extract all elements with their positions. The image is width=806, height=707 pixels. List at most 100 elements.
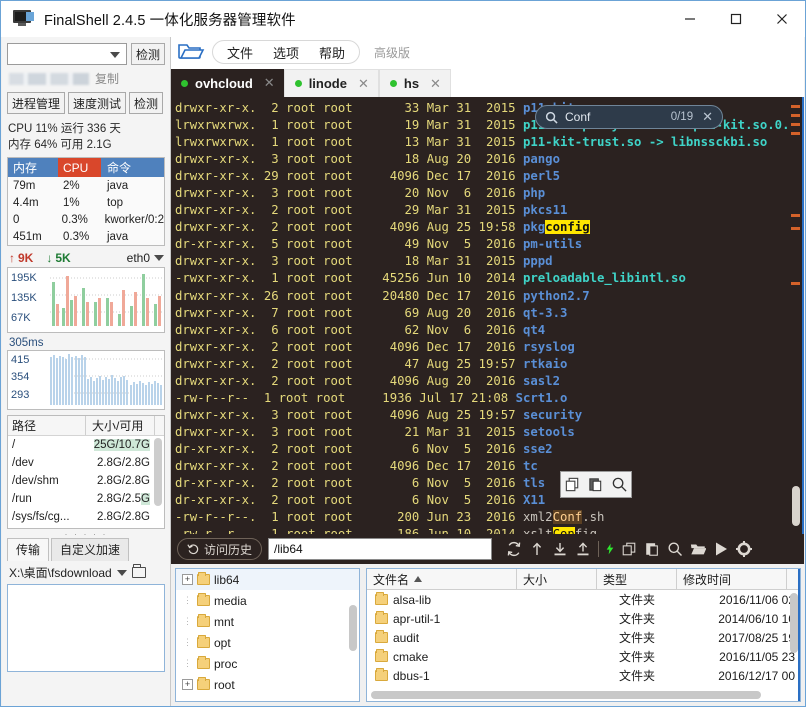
disk-scrollbar[interactable]	[154, 438, 162, 506]
terminal-context-popup[interactable]	[560, 471, 632, 498]
close-icon[interactable]: ✕	[702, 109, 713, 125]
file-row[interactable]: audit文件夹2017/08/25 19	[367, 628, 800, 647]
find-query[interactable]: Conf	[565, 110, 590, 124]
tree-guide: ⋮	[182, 658, 193, 669]
interface-dropdown[interactable]: eth0	[127, 251, 164, 265]
terminal-scrollbar[interactable]	[790, 97, 802, 534]
file-list-pane[interactable]: 文件名 大小 类型 修改时间 alsa-lib文件夹2016/11/06 02a…	[366, 568, 801, 702]
col-header-path[interactable]: 路径	[8, 416, 86, 435]
match-marker[interactable]	[791, 227, 800, 230]
advanced-version-label[interactable]: 高级版	[374, 44, 410, 61]
table-row[interactable]: 451m 0.3% java	[8, 228, 164, 245]
match-marker[interactable]	[791, 105, 800, 108]
tree-item[interactable]: ⋮opt	[176, 632, 359, 653]
search-icon[interactable]	[667, 541, 683, 557]
col-header-modified[interactable]: 修改时间	[677, 569, 787, 589]
close-icon[interactable]: ✕	[358, 76, 369, 92]
menu-file[interactable]: 文件	[217, 43, 263, 62]
match-marker[interactable]	[791, 132, 800, 135]
scrollbar-thumb[interactable]	[792, 486, 800, 526]
table-row[interactable]: 0 0.3% kworker/0:2	[8, 211, 164, 228]
table-row[interactable]: 79m 2% java	[8, 177, 164, 194]
open-folder-icon[interactable]	[690, 541, 706, 557]
paste-icon[interactable]	[644, 541, 660, 557]
tree-item[interactable]: +root	[176, 674, 359, 695]
bolt-icon[interactable]	[598, 541, 614, 557]
table-row[interactable]: / 25G/10.7G	[8, 436, 164, 454]
speed-test-button[interactable]: 速度测试	[68, 92, 126, 114]
menu-options[interactable]: 选项	[263, 43, 309, 62]
col-header-type[interactable]: 类型	[597, 569, 677, 589]
menu-help[interactable]: 帮助	[309, 43, 355, 62]
table-row[interactable]: /run 2.8G/2.5G	[8, 490, 164, 508]
close-button[interactable]	[759, 1, 805, 37]
match-marker[interactable]	[791, 123, 800, 126]
match-marker[interactable]	[791, 114, 800, 117]
search-icon[interactable]	[611, 476, 628, 493]
col-header-cpu[interactable]: CPU	[58, 158, 101, 177]
upload-icon[interactable]	[575, 541, 591, 557]
expand-toggle-icon[interactable]: +	[182, 574, 193, 585]
col-header-size[interactable]: 大小	[517, 569, 597, 589]
tree-scrollbar[interactable]	[349, 605, 357, 651]
detect-button-top[interactable]: 检测	[131, 43, 165, 65]
table-row[interactable]: /run/user/0 582M/582M	[8, 526, 164, 528]
table-row[interactable]: /dev/shm 2.8G/2.8G	[8, 472, 164, 490]
terminal-find-bar[interactable]: Conf 0/19 ✕	[535, 105, 723, 129]
col-header-command[interactable]: 命令	[101, 158, 164, 177]
download-icon[interactable]	[552, 541, 568, 557]
history-icon	[187, 543, 199, 555]
open-folder-icon[interactable]	[177, 41, 207, 63]
up-icon[interactable]	[529, 541, 545, 557]
remote-path-value: /lib64	[274, 542, 303, 556]
host-dropdown[interactable]	[7, 43, 127, 65]
directory-tree[interactable]: +lib64⋮media⋮mnt⋮opt ⋮ proc +root	[175, 568, 360, 702]
file-row[interactable]: cmake文件夹2016/11/05 23	[367, 647, 800, 666]
col-header-filename[interactable]: 文件名	[367, 569, 517, 589]
file-row[interactable]: apr-util-1文件夹2014/06/10 10	[367, 609, 800, 628]
settings-icon[interactable]	[736, 541, 752, 557]
col-header-memory[interactable]: 内存	[8, 158, 58, 177]
file-list-hscrollbar[interactable]	[371, 691, 761, 699]
transfer-list[interactable]	[7, 584, 165, 672]
file-list-vscrollbar[interactable]	[790, 593, 798, 653]
process-manager-button[interactable]: 进程管理	[7, 92, 65, 114]
match-marker[interactable]	[791, 214, 800, 217]
table-row[interactable]: /sys/fs/cg... 2.8G/2.8G	[8, 508, 164, 526]
tab-hs[interactable]: hs ✕	[379, 69, 451, 97]
table-row[interactable]: /dev 2.8G/2.8G	[8, 454, 164, 472]
paste-icon[interactable]	[587, 476, 604, 493]
open-folder-icon[interactable]	[132, 567, 146, 578]
tab-transfer[interactable]: 传输	[7, 538, 49, 561]
terminal[interactable]: drwxr-xr-x. 2 root root 33 Mar 31 2015 p…	[171, 97, 804, 534]
col-header-size[interactable]: 大小/可用	[86, 416, 155, 435]
tab-custom-accel[interactable]: 自定义加速	[51, 538, 129, 561]
copy-icon[interactable]	[621, 541, 637, 557]
close-icon[interactable]: ✕	[430, 76, 441, 92]
tree-item[interactable]: +lib64	[176, 569, 359, 590]
tree-item[interactable]: ⋮mnt	[176, 611, 359, 632]
access-history-button[interactable]: 访问历史	[177, 538, 262, 560]
lat-y-label-0: 415	[11, 354, 29, 366]
tree-item[interactable]: ⋮ proc	[176, 653, 359, 674]
refresh-icon[interactable]	[506, 541, 522, 557]
file-row[interactable]: dbus-1文件夹2016/12/17 00	[367, 666, 800, 685]
file-row[interactable]: alsa-lib文件夹2016/11/06 02	[367, 590, 800, 609]
maximize-button[interactable]	[713, 1, 759, 37]
local-path-row[interactable]: X:\桌面\fsdownload	[2, 561, 170, 583]
minimize-button[interactable]	[667, 1, 713, 37]
table-row[interactable]: 4.4m 1% top	[8, 194, 164, 211]
run-icon[interactable]	[713, 541, 729, 557]
copy-icon[interactable]	[564, 476, 581, 493]
remote-path-input[interactable]: /lib64	[268, 538, 492, 560]
tree-item-label: proc	[214, 657, 237, 671]
cell-path: /dev	[8, 457, 88, 469]
copy-ip-link[interactable]: 复制	[95, 70, 119, 87]
detect-button[interactable]: 检测	[129, 92, 163, 114]
tree-item[interactable]: ⋮media	[176, 590, 359, 611]
expand-toggle-icon[interactable]: +	[182, 679, 193, 690]
tab-linode[interactable]: linode ✕	[284, 69, 379, 97]
match-marker[interactable]	[791, 282, 800, 285]
close-icon[interactable]: ✕	[264, 75, 275, 91]
tab-ovhcloud[interactable]: ovhcloud ✕	[171, 69, 284, 97]
